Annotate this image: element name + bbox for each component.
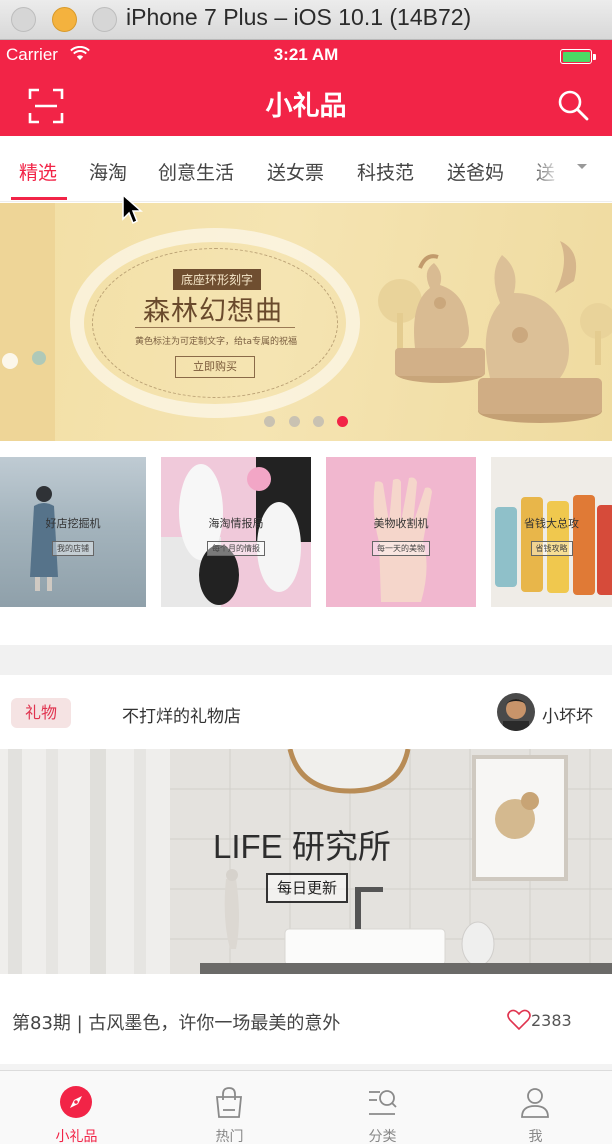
feed-title[interactable]: 第83期 | 古风墨色，许你一场最美的意外 bbox=[12, 1009, 340, 1035]
like-count: 2383 bbox=[531, 1011, 572, 1030]
tabbar-label: 我 bbox=[528, 1129, 543, 1144]
card-shop-finder[interactable]: 好店挖掘机 我的店铺 bbox=[0, 457, 146, 607]
section-spacer bbox=[0, 645, 612, 675]
tabs-fade bbox=[530, 136, 612, 200]
search-button[interactable] bbox=[556, 88, 590, 122]
banner-divider bbox=[135, 327, 295, 328]
page-dot[interactable] bbox=[264, 416, 275, 427]
tabbar-item-hot[interactable]: 热门 bbox=[153, 1071, 306, 1144]
window-close-button[interactable] bbox=[11, 7, 36, 32]
battery-icon bbox=[560, 49, 596, 64]
card-overseas-intel[interactable]: 海淘情报局 每个月的情报 bbox=[161, 457, 311, 607]
person-icon bbox=[521, 1088, 549, 1118]
window-title: iPhone 7 Plus – iOS 10.1 (14B72) bbox=[126, 4, 472, 30]
tab-overseas[interactable]: 海淘 bbox=[89, 158, 127, 185]
category-search-icon bbox=[369, 1090, 397, 1115]
card-sub-label: 省钱攻略 bbox=[530, 541, 573, 556]
banner-decor-ball bbox=[2, 353, 18, 369]
banner-carousel[interactable]: 底座环形刻字 森林幻想曲 黄色标注为可定制文字，给ta专属的祝福 立即购买 bbox=[0, 203, 612, 441]
feed-image-update-badge: 每日更新 bbox=[266, 873, 348, 903]
window-zoom-button[interactable] bbox=[92, 7, 117, 32]
card-label: 美物收割机 bbox=[373, 517, 429, 530]
page-dot[interactable] bbox=[289, 416, 300, 427]
tab-for-girlfriend[interactable]: 送女票 bbox=[267, 158, 324, 185]
category-cards: 好店挖掘机 我的店铺 海淘情报局 每个月的情报 美物收割机 每一天的美物 省钱大… bbox=[0, 457, 612, 607]
card-sub-label: 每一天的美物 bbox=[372, 541, 430, 556]
heart-icon[interactable] bbox=[507, 1009, 531, 1031]
feed-caption: 第83期 | 古风墨色，许你一场最美的意外 2383 bbox=[0, 974, 612, 1064]
bottom-tab-bar: 小礼品 热门 分类 我 bbox=[0, 1070, 612, 1144]
author-avatar-image bbox=[497, 693, 535, 731]
tab-featured[interactable]: 精选 bbox=[19, 158, 57, 185]
card-sub-label: 每个月的情报 bbox=[207, 541, 265, 556]
tabbar-item-gifts[interactable]: 小礼品 bbox=[0, 1071, 153, 1144]
status-bar: Carrier 3:21 AM bbox=[0, 40, 612, 70]
card-sub-label: 我的店铺 bbox=[52, 541, 94, 556]
tabbar-label: 分类 bbox=[368, 1129, 397, 1144]
banner-prev-slide-edge bbox=[0, 203, 55, 441]
wooden-animal-figurines-image bbox=[378, 241, 612, 423]
chevron-down-icon[interactable] bbox=[576, 163, 588, 171]
card-label: 省钱大总攻 bbox=[524, 517, 579, 530]
page-title: 小礼品 bbox=[265, 91, 347, 122]
card-label: 好店挖掘机 bbox=[45, 517, 101, 530]
card-person-image bbox=[30, 486, 58, 591]
banner-decor-ball bbox=[32, 351, 46, 365]
feed-image-headline: LIFE 研究所 bbox=[213, 828, 391, 865]
banner-subline: 黄色标注为可定制文字，给ta专属的祝福 bbox=[135, 337, 298, 347]
feed-author-name[interactable]: 小坏坏 bbox=[542, 702, 593, 727]
feed-cover-image[interactable]: LIFE 研究所 每日更新 bbox=[0, 749, 612, 974]
avatar[interactable] bbox=[497, 693, 535, 731]
banner-buy-button[interactable]: 立即购买 bbox=[175, 356, 255, 378]
window-minimize-button[interactable] bbox=[52, 7, 77, 32]
feed-shop-name: 不打烊的礼物店 bbox=[122, 707, 241, 727]
tab-creative-life[interactable]: 创意生活 bbox=[158, 158, 234, 185]
page-dot-active[interactable] bbox=[337, 416, 348, 427]
feed-category-tag[interactable]: 礼物 bbox=[11, 698, 71, 728]
card-pattern-image bbox=[161, 457, 311, 607]
banner-tag: 底座环形刻字 bbox=[173, 269, 262, 290]
tabbar-label: 小礼品 bbox=[55, 1129, 98, 1144]
mouse-cursor-icon bbox=[122, 193, 143, 225]
tab-tech[interactable]: 科技范 bbox=[357, 158, 414, 185]
tabbar-label: 热门 bbox=[215, 1129, 244, 1144]
tabbar-item-me[interactable]: 我 bbox=[459, 1071, 612, 1144]
banner-headline: 森林幻想曲 bbox=[143, 296, 283, 327]
search-icon bbox=[558, 90, 589, 121]
card-label: 海淘情报局 bbox=[208, 517, 264, 530]
simulator-title-bar: iPhone 7 Plus – iOS 10.1 (14B72) bbox=[0, 0, 612, 40]
bag-icon bbox=[216, 1087, 242, 1118]
page-dot[interactable] bbox=[313, 416, 324, 427]
app-header: Carrier 3:21 AM 小礼品 bbox=[0, 40, 612, 136]
card-money-saver[interactable]: 省钱大总攻 省钱攻略 bbox=[491, 457, 612, 607]
status-time: 3:21 AM bbox=[273, 45, 339, 64]
card-beauty-harvester[interactable]: 美物收割机 每一天的美物 bbox=[326, 457, 476, 607]
card-hand-image bbox=[373, 477, 432, 602]
active-tab-indicator bbox=[11, 197, 67, 200]
tab-for-parents[interactable]: 送爸妈 bbox=[447, 158, 504, 185]
compass-icon bbox=[60, 1086, 92, 1118]
feed-item-header: 礼物 不打烊的礼物店 小坏坏 bbox=[0, 675, 612, 749]
tabbar-item-category[interactable]: 分类 bbox=[306, 1071, 459, 1144]
channel-tabs: 精选 海淘 创意生活 送女票 科技范 送爸妈 送 bbox=[0, 136, 612, 202]
